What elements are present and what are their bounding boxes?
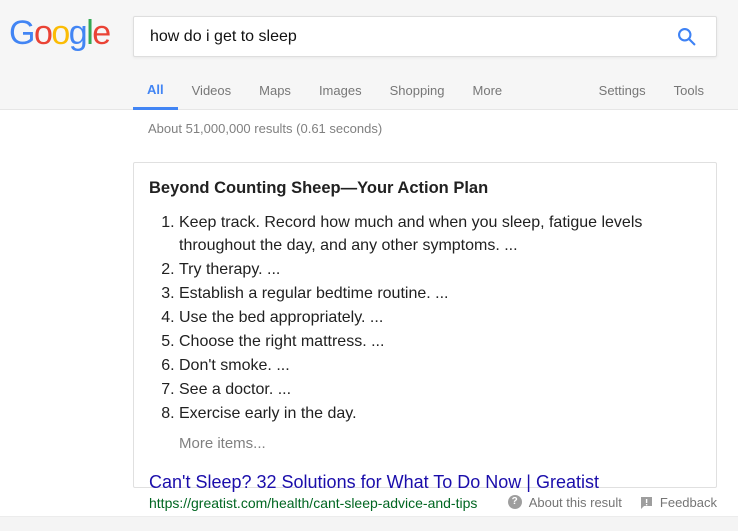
logo-letter: G [9, 14, 34, 52]
snippet-list-item: Use the bed appropriately. ... [179, 306, 702, 329]
results-tab-bar: All Videos Maps Images Shopping More Set… [133, 71, 718, 110]
snippet-list-item: Don't smoke. ... [179, 354, 702, 377]
search-button[interactable] [664, 17, 708, 56]
snippet-list-item: Exercise early in the day. [179, 402, 702, 425]
feedback-button[interactable]: Feedback [640, 495, 717, 510]
about-this-result-button[interactable]: ? About this result [508, 495, 622, 510]
help-circle-icon: ? [508, 495, 522, 509]
tab-shopping[interactable]: Shopping [376, 71, 459, 110]
snippet-list-item: See a doctor. ... [179, 378, 702, 401]
tab-more[interactable]: More [459, 71, 517, 110]
more-items-label: More items... [179, 435, 702, 452]
tab-all[interactable]: All [133, 71, 178, 110]
tab-tools[interactable]: Tools [660, 71, 718, 110]
search-box [133, 16, 717, 57]
logo-letter: o [34, 14, 51, 52]
snippet-list-item: Choose the right mattress. ... [179, 330, 702, 353]
snippet-title: Beyond Counting Sheep—Your Action Plan [149, 179, 702, 198]
snippet-footer-actions: ? About this result Feedback [508, 492, 717, 512]
search-input[interactable] [150, 17, 670, 56]
google-search-results-page: Google All Videos Maps Images Shopping M… [0, 0, 738, 531]
tab-settings[interactable]: Settings [585, 71, 660, 110]
tab-maps[interactable]: Maps [245, 71, 305, 110]
snippet-list-item: Try therapy. ... [179, 258, 702, 281]
feedback-flag-icon [640, 496, 653, 509]
tab-images[interactable]: Images [305, 71, 376, 110]
featured-snippet-card: Beyond Counting Sheep—Your Action Plan K… [133, 162, 717, 488]
google-logo[interactable]: Google [9, 13, 110, 53]
snippet-list: Keep track. Record how much and when you… [179, 211, 702, 425]
feedback-label: Feedback [660, 495, 717, 510]
logo-letter: e [92, 14, 109, 52]
result-link-title[interactable]: Can't Sleep? 32 Solutions for What To Do… [149, 471, 702, 493]
page-bottom-strip [0, 516, 738, 531]
search-icon [676, 26, 697, 47]
snippet-list-item: Establish a regular bedtime routine. ... [179, 282, 702, 305]
result-stats: About 51,000,000 results (0.61 seconds) [148, 121, 382, 136]
logo-letter: o [51, 14, 68, 52]
search-header: Google All Videos Maps Images Shopping M… [0, 0, 738, 110]
logo-letter: g [69, 14, 86, 52]
about-this-result-label: About this result [529, 495, 622, 510]
tab-videos[interactable]: Videos [178, 71, 246, 110]
snippet-list-item: Keep track. Record how much and when you… [179, 211, 702, 257]
